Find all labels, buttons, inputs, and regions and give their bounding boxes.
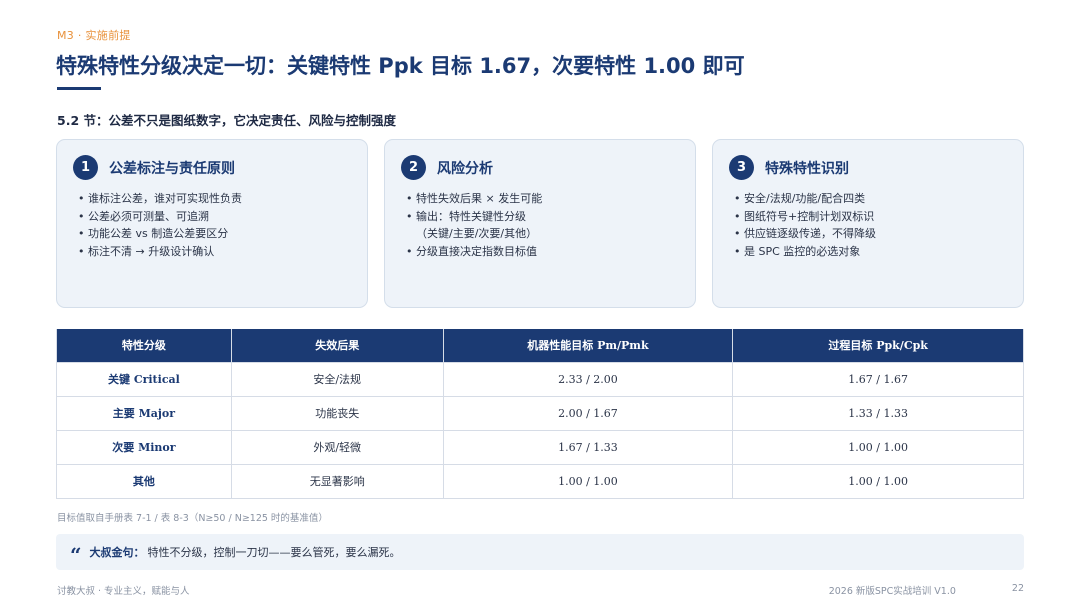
card-tolerance-responsibility: 1 公差标注与责任原则 谁标注公差，谁对可实现性负责 公差必须可测量、可追溯 功…: [56, 139, 368, 308]
table-cell: 功能丧失: [230, 395, 444, 431]
table-cell: 1.67 / 1.67: [732, 361, 1024, 397]
column-header: 失效后果: [230, 329, 444, 363]
table-cell: 1.67 / 1.33: [442, 429, 734, 465]
table-source-note: 目标值取自手册表 7-1 / 表 8-3（N≥50 / N≥125 时的基准值）: [57, 513, 328, 524]
table-cell: 主要 Major: [56, 395, 232, 431]
list-item: 特性失效后果 × 发生可能: [406, 190, 679, 208]
list-item: 图纸符号+控制计划双标识: [734, 208, 1007, 226]
list-item-continuation: （关键/主要/次要/其他）: [416, 227, 538, 240]
list-item: 供应链逐级传递，不得降级: [734, 225, 1007, 243]
table-cell: 安全/法规: [230, 361, 444, 397]
quote-banner: “ 大叔金句： 特性不分级，控制一刀切——要么管死，要么漏死。: [56, 534, 1024, 570]
title-underline: [57, 87, 101, 90]
quote-label: 大叔金句：: [89, 546, 145, 559]
card-title: 特殊特性识别: [765, 160, 849, 177]
card-bullet-list: 特性失效后果 × 发生可能 输出：特性关键性分级 （关键/主要/次要/其他） 分…: [401, 190, 679, 260]
list-item: 分级直接决定指数目标值: [406, 243, 679, 261]
quote-text: 特性不分级，控制一刀切——要么管死，要么漏死。: [147, 546, 401, 559]
card-number-badge: 1: [73, 155, 98, 180]
list-item: 是 SPC 监控的必选对象: [734, 243, 1007, 261]
table-cell: 1.00 / 1.00: [732, 429, 1024, 465]
list-item: 标注不清 → 升级设计确认: [78, 243, 351, 261]
page-number: 22: [1011, 583, 1024, 594]
list-item: 公差必须可测量、可追溯: [78, 208, 351, 226]
card-number-badge: 3: [729, 155, 754, 180]
column-header: 过程目标 Ppk/Cpk: [732, 329, 1024, 363]
characteristic-grade-table: 特性分级 失效后果 机器性能目标 Pm/Pmk 过程目标 Ppk/Cpk 关键 …: [56, 329, 1024, 499]
footer-right: 2026 新版SPC实战培训 V1.0 22: [829, 583, 1024, 597]
list-item: 谁标注公差，谁对可实现性负责: [78, 190, 351, 208]
list-item: 安全/法规/功能/配合四类: [734, 190, 1007, 208]
card-title: 风险分析: [437, 160, 493, 177]
table-row: 主要 Major 功能丧失 2.00 / 1.67 1.33 / 1.33: [56, 395, 1024, 431]
table-cell: 关键 Critical: [56, 361, 232, 397]
table-cell: 1.00 / 1.00: [732, 463, 1024, 499]
table-cell: 2.00 / 1.67: [442, 395, 734, 431]
card-risk-analysis: 2 风险分析 特性失效后果 × 发生可能 输出：特性关键性分级 （关键/主要/次…: [384, 139, 696, 308]
card-number-badge: 2: [401, 155, 426, 180]
page-title: 特殊特性分级决定一切：关键特性 Ppk 目标 1.67，次要特性 1.00 即可: [56, 54, 745, 78]
column-header: 机器性能目标 Pm/Pmk: [442, 329, 734, 363]
list-item: 输出：特性关键性分级: [406, 208, 679, 226]
table-cell: 次要 Minor: [56, 429, 232, 465]
table-cell: 1.00 / 1.00: [442, 463, 734, 499]
quote-mark-icon: “: [70, 543, 82, 567]
page-subtitle: 5.2 节：公差不只是图纸数字，它决定责任、风险与控制强度: [57, 113, 396, 128]
table-cell: 2.33 / 2.00: [442, 361, 734, 397]
table-row: 关键 Critical 安全/法规 2.33 / 2.00 1.67 / 1.6…: [56, 361, 1024, 397]
card-bullet-list: 安全/法规/功能/配合四类 图纸符号+控制计划双标识 供应链逐级传递，不得降级 …: [729, 190, 1007, 260]
table-cell: 1.33 / 1.33: [732, 395, 1024, 431]
footer-course-name: 2026 新版SPC实战培训 V1.0: [828, 586, 956, 597]
section-tag: M3 · 实施前提: [57, 29, 131, 42]
card-bullet-list: 谁标注公差，谁对可实现性负责 公差必须可测量、可追溯 功能公差 vs 制造公差要…: [73, 190, 351, 260]
card-special-characteristics: 3 特殊特性识别 安全/法规/功能/配合四类 图纸符号+控制计划双标识 供应链逐…: [712, 139, 1024, 308]
table-row: 其他 无显著影响 1.00 / 1.00 1.00 / 1.00: [56, 463, 1024, 499]
column-header: 特性分级: [56, 329, 232, 363]
table-cell: 外观/轻微: [230, 429, 444, 465]
table-cell: 其他: [56, 463, 232, 499]
footer-brand: 讨教大叔 · 专业主义，赋能与人: [57, 586, 190, 597]
card-title: 公差标注与责任原则: [109, 160, 235, 177]
table-cell: 无显著影响: [230, 463, 444, 499]
table-header-row: 特性分级 失效后果 机器性能目标 Pm/Pmk 过程目标 Ppk/Cpk: [56, 329, 1024, 363]
list-item: 功能公差 vs 制造公差要区分: [78, 225, 351, 243]
table-row: 次要 Minor 外观/轻微 1.67 / 1.33 1.00 / 1.00: [56, 429, 1024, 465]
